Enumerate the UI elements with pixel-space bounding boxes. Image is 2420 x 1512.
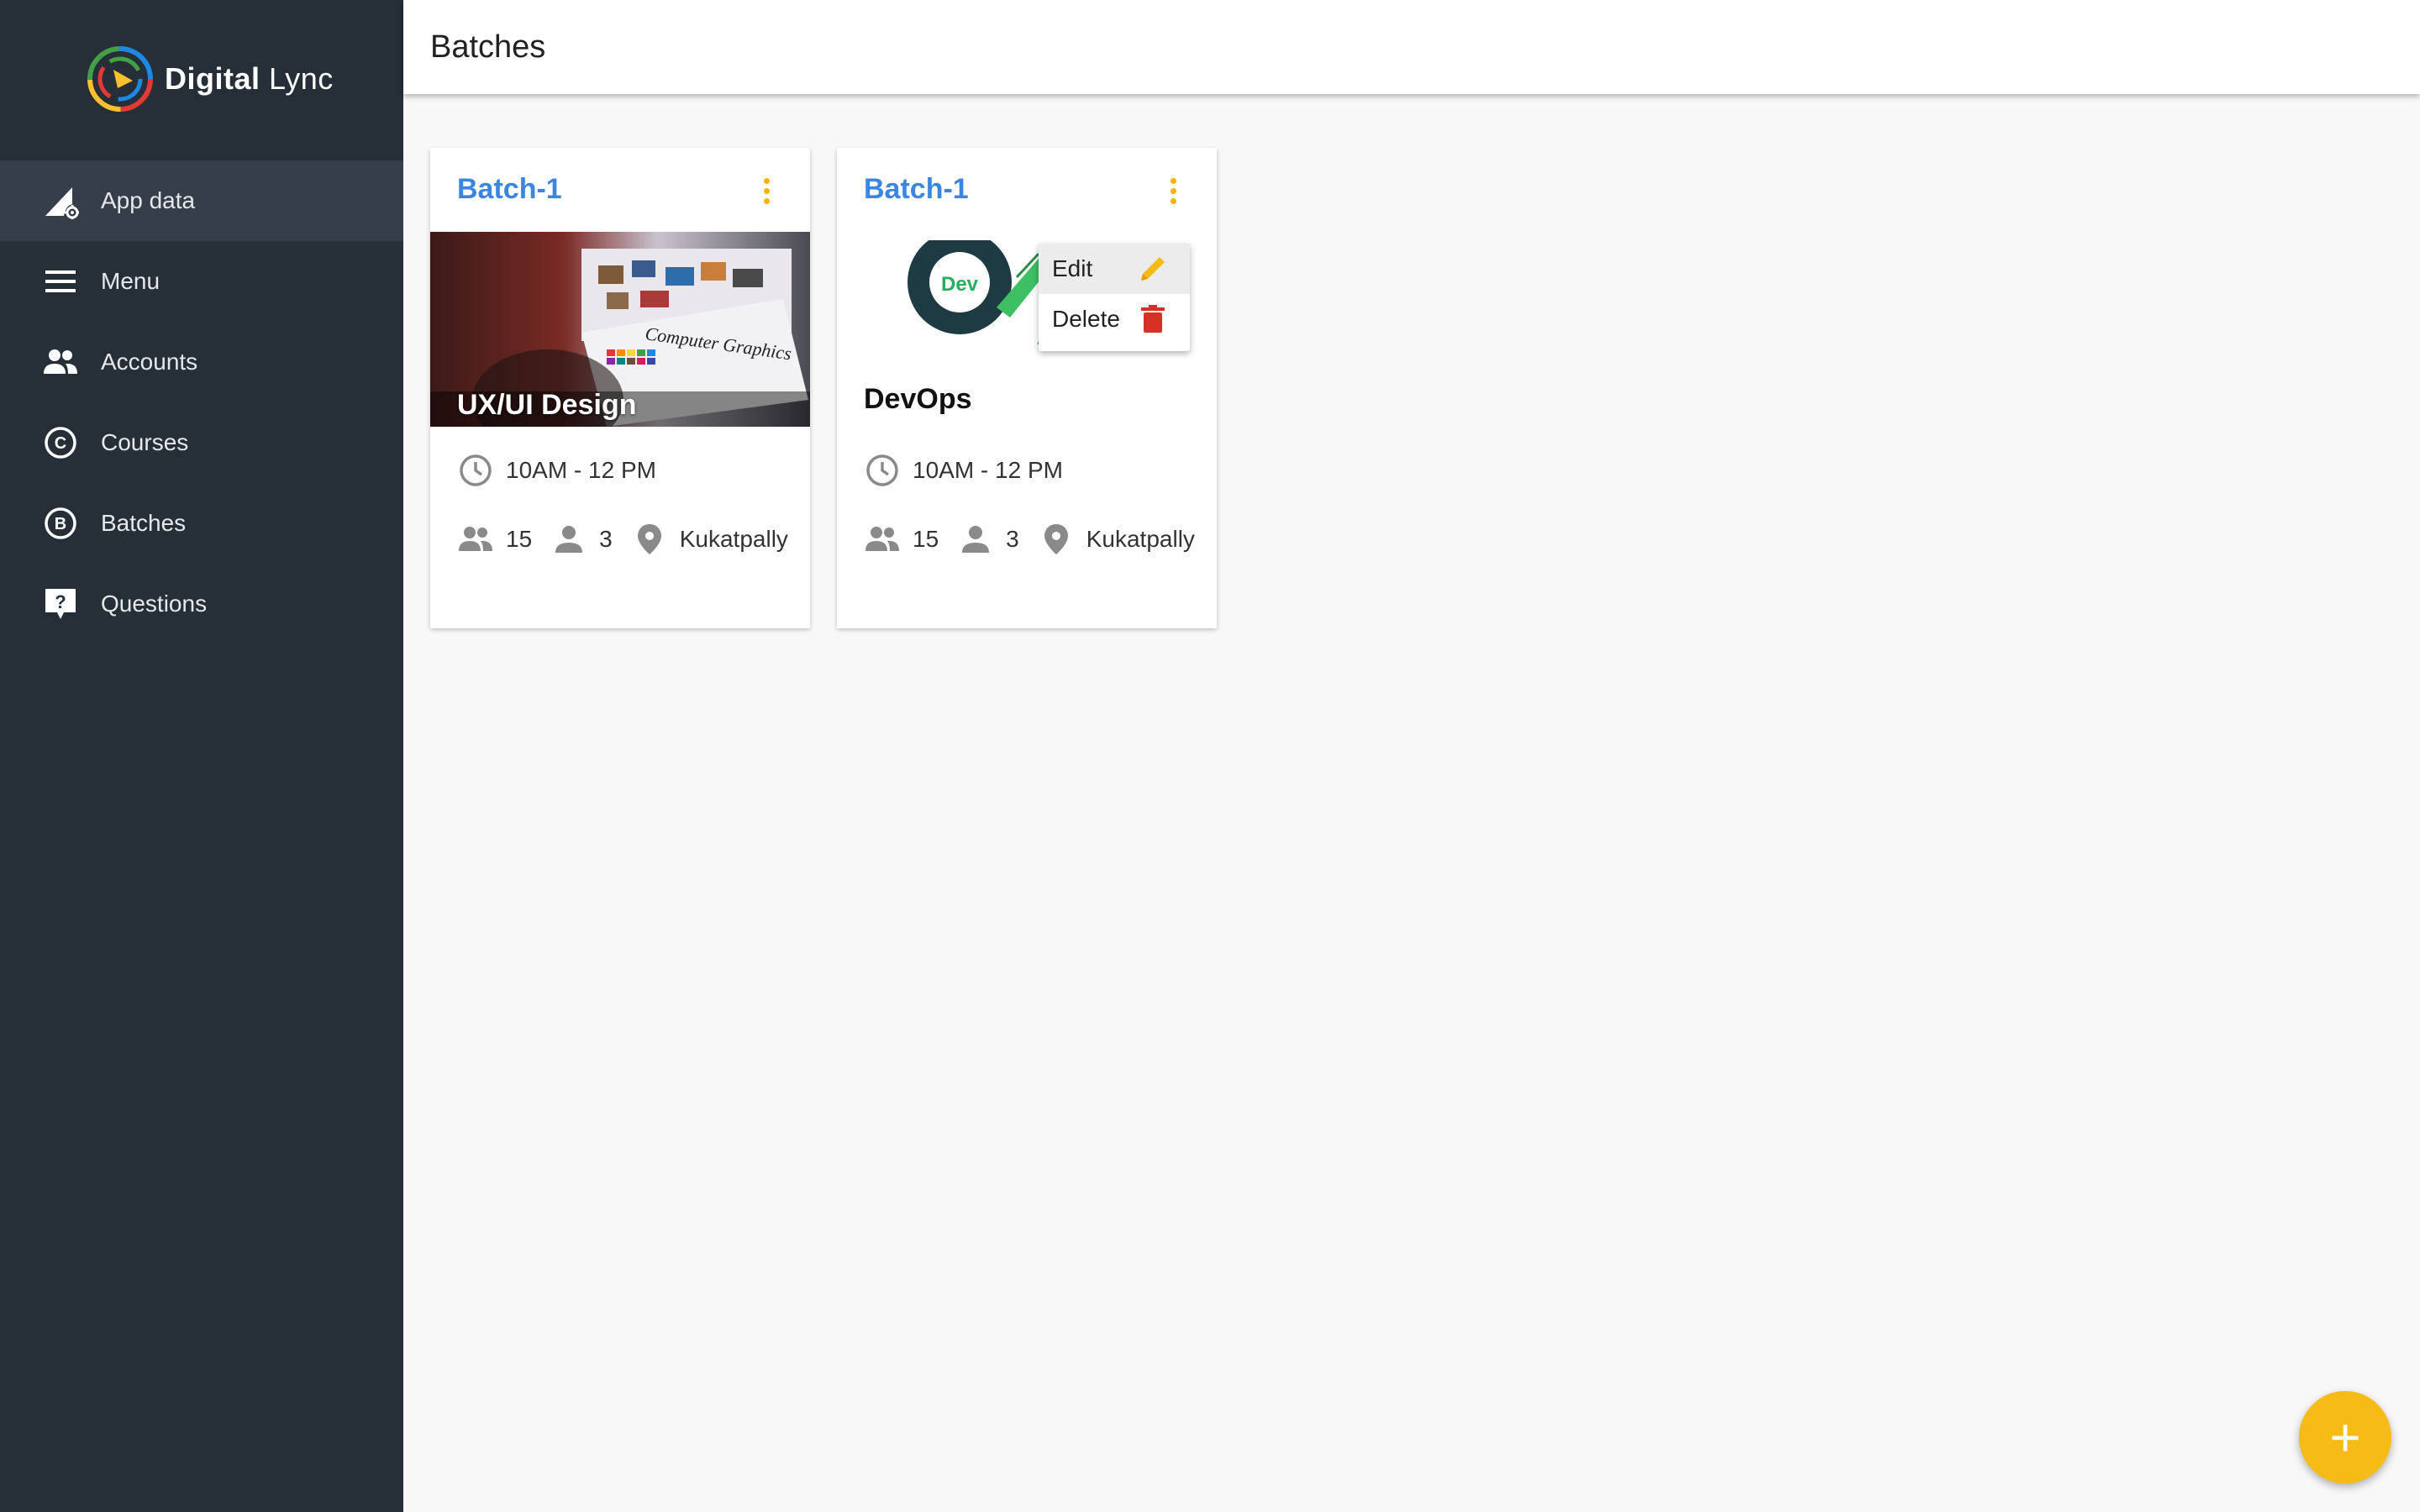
card-options-menu: Edit Delete [1039, 244, 1190, 351]
add-batch-button[interactable]: + [2299, 1391, 2391, 1483]
batches-icon: B [40, 503, 81, 543]
location-stat: Kukatpally [1038, 521, 1195, 558]
sidebar-item-menu[interactable]: Menu [0, 241, 403, 322]
course-name: DevOps [864, 383, 972, 415]
brand-name: Digital Lync [165, 61, 334, 96]
app-data-icon [40, 181, 81, 221]
course-label: UX/UI Design [457, 389, 637, 421]
location-pin-icon [637, 524, 661, 554]
courses-icon: C [40, 423, 81, 463]
edit-label: Edit [1052, 255, 1093, 281]
brand-logo[interactable]: Digital Lync [86, 44, 334, 114]
person-icon [962, 526, 990, 553]
students-icon [459, 527, 492, 551]
app-header: Batches [403, 0, 2420, 94]
sidebar-item-label: Courses [101, 429, 189, 455]
sidebar-item-accounts[interactable]: Accounts [0, 322, 403, 402]
pencil-icon [1141, 257, 1165, 281]
clock-icon [866, 454, 898, 486]
page-title: Batches [430, 29, 546, 65]
batch-location: Kukatpally [679, 526, 788, 552]
sidebar-item-courses[interactable]: C Courses [0, 402, 403, 483]
menu-icon [40, 261, 81, 302]
sidebar-item-batches[interactable]: B Batches [0, 483, 403, 564]
trainers-stat: 3 [550, 521, 613, 558]
location-stat: Kukatpally [631, 521, 788, 558]
more-options-button[interactable] [756, 178, 776, 212]
clock-icon [460, 454, 492, 486]
students-count: 15 [506, 526, 533, 552]
svg-text:?: ? [55, 591, 66, 612]
trainers-stat: 3 [957, 521, 1019, 558]
location-pin-icon [1044, 524, 1068, 554]
trainers-count: 3 [1006, 526, 1019, 552]
svg-text:C: C [55, 434, 66, 453]
sidebar-item-questions[interactable]: ? Questions [0, 564, 403, 644]
logo-icon [87, 46, 153, 112]
stats-row: 15 3 Kukatpally [457, 521, 807, 558]
schedule-row: 10AM - 12 PM [457, 452, 656, 489]
trash-icon [1141, 305, 1165, 333]
sidebar-item-label: Accounts [101, 349, 198, 375]
batch-time: 10AM - 12 PM [506, 457, 656, 483]
delete-label: Delete [1052, 306, 1120, 332]
sidebar-nav: App data Menu Accounts C Courses B Batch… [0, 160, 403, 644]
batch-title[interactable]: Batch-1 [864, 173, 969, 206]
sidebar-item-app-data[interactable]: App data [0, 160, 403, 241]
students-stat: 15 [457, 521, 532, 558]
svg-text:B: B [55, 515, 66, 533]
trainers-count: 3 [599, 526, 613, 552]
sidebar-item-label: App data [101, 187, 196, 213]
batch-card[interactable]: Batch-1 Dev DevOps 10AM - 12 PM 15 3 Kuk… [837, 148, 1217, 628]
students-count: 15 [913, 526, 939, 552]
more-options-button[interactable] [1163, 178, 1183, 212]
stats-row: 15 3 Kukatpally [864, 521, 1213, 558]
delete-menu-item[interactable]: Delete [1039, 294, 1190, 344]
edit-menu-item[interactable]: Edit [1039, 244, 1190, 294]
person-icon [555, 526, 583, 553]
batch-card[interactable]: Batch-1 Computer Graphics UX/UI Design 1… [430, 148, 810, 628]
course-image: Computer Graphics UX/UI Design [430, 232, 810, 427]
questions-icon: ? [40, 584, 81, 624]
accounts-icon [40, 342, 81, 382]
students-stat: 15 [864, 521, 939, 558]
batch-time: 10AM - 12 PM [913, 457, 1063, 483]
batch-title[interactable]: Batch-1 [457, 173, 562, 206]
sidebar-item-label: Menu [101, 268, 160, 294]
sidebar-item-label: Batches [101, 510, 187, 536]
sidebar: Digital Lync App data Menu Accounts C Co… [0, 0, 403, 1512]
svg-text:Dev: Dev [941, 273, 979, 296]
students-icon [865, 527, 899, 551]
sidebar-item-label: Questions [101, 591, 208, 617]
batch-location: Kukatpally [1086, 526, 1195, 552]
schedule-row: 10AM - 12 PM [864, 452, 1063, 489]
